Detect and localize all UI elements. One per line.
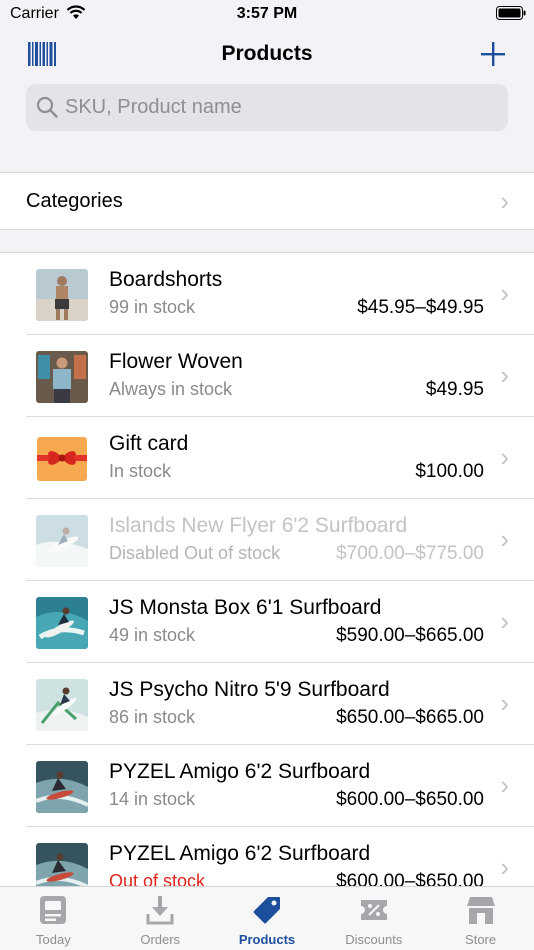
navigation-bar: Products xyxy=(0,30,534,80)
categories-row[interactable]: Categories › xyxy=(0,172,534,230)
product-stock: 99 in stock xyxy=(109,297,196,317)
tab-today[interactable]: Today xyxy=(0,887,107,950)
product-thumbnail xyxy=(36,269,88,321)
add-icon[interactable] xyxy=(480,41,506,67)
product-name: Islands New Flyer 6'2 Surfboard xyxy=(109,514,408,537)
product-name: JS Psycho Nitro 5'9 Surfboard xyxy=(109,678,390,701)
product-thumbnail xyxy=(36,761,88,813)
product-row[interactable]: Flower Woven Always in stock $49.95 › xyxy=(0,335,534,417)
chevron-right-icon: › xyxy=(500,852,509,882)
chevron-right-icon: › xyxy=(500,442,509,472)
discount-icon xyxy=(360,900,387,920)
product-list: Boardshorts 99 in stock $45.95–$49.95 › … xyxy=(0,252,534,892)
product-stock: Always in stock xyxy=(109,379,233,399)
today-icon xyxy=(40,896,67,924)
battery-icon xyxy=(496,6,526,20)
search-input[interactable]: SKU, Product name xyxy=(26,84,508,131)
store-icon xyxy=(466,897,495,924)
product-row[interactable]: PYZEL Amigo 6'2 Surfboard Out of stock $… xyxy=(0,827,534,892)
product-row[interactable]: Boardshorts 99 in stock $45.95–$49.95 › xyxy=(0,253,534,335)
product-thumbnail xyxy=(36,843,88,892)
product-stock: 14 in stock xyxy=(109,789,196,809)
product-name: JS Monsta Box 6'1 Surfboard xyxy=(109,596,382,619)
tab-label: Orders xyxy=(140,932,181,947)
download-icon xyxy=(146,896,174,925)
tab-bar: Today Orders Products Discounts Store xyxy=(0,886,534,950)
chevron-right-icon: › xyxy=(500,770,509,800)
product-thumbnail xyxy=(36,679,88,731)
product-row[interactable]: PYZEL Amigo 6'2 Surfboard 14 in stock $6… xyxy=(0,745,534,827)
chevron-right-icon: › xyxy=(500,524,509,554)
product-name: Boardshorts xyxy=(109,268,223,291)
product-price: $49.95 xyxy=(425,379,484,400)
chevron-right-icon: › xyxy=(500,360,509,390)
product-name: PYZEL Amigo 6'2 Surfboard xyxy=(109,842,371,865)
product-stock: 86 in stock xyxy=(109,707,196,727)
page-title: Products xyxy=(221,42,313,65)
product-name: Flower Woven xyxy=(109,350,243,373)
tab-orders[interactable]: Orders xyxy=(107,887,214,950)
tab-products[interactable]: Products xyxy=(214,887,321,950)
chevron-right-icon: › xyxy=(500,606,509,636)
search-placeholder: SKU, Product name xyxy=(65,96,242,118)
tab-store[interactable]: Store xyxy=(427,887,534,950)
product-price: $700.00–$775.00 xyxy=(336,543,484,564)
product-thumbnail xyxy=(36,597,88,649)
product-name: Gift card xyxy=(109,432,189,455)
tab-label: Products xyxy=(238,932,296,947)
product-row[interactable]: Islands New Flyer 6'2 Surfboard Disabled… xyxy=(0,499,534,581)
product-thumbnail xyxy=(36,515,88,567)
tag-icon xyxy=(253,897,280,924)
product-price: $45.95–$49.95 xyxy=(357,297,484,318)
product-row[interactable]: JS Monsta Box 6'1 Surfboard 49 in stock … xyxy=(0,581,534,663)
tab-label: Discounts xyxy=(345,932,403,947)
product-row[interactable]: JS Psycho Nitro 5'9 Surfboard 86 in stoc… xyxy=(0,663,534,745)
product-stock: 49 in stock xyxy=(109,625,196,645)
chevron-right-icon: › xyxy=(500,186,509,216)
tab-label: Store xyxy=(465,932,497,947)
search-icon xyxy=(36,96,58,118)
categories-label: Categories xyxy=(26,190,123,212)
tab-discounts[interactable]: Discounts xyxy=(320,887,427,950)
tab-label: Today xyxy=(36,932,71,947)
status-time: 3:57 PM xyxy=(236,5,298,22)
product-stock: Disabled Out of stock xyxy=(109,543,281,563)
chevron-right-icon: › xyxy=(500,278,509,308)
status-bar: Carrier 3:57 PM xyxy=(0,0,534,30)
product-row[interactable]: Gift card In stock $100.00 › xyxy=(0,417,534,499)
product-thumbnail xyxy=(36,351,88,403)
product-name: PYZEL Amigo 6'2 Surfboard xyxy=(109,760,371,783)
product-price: $600.00–$650.00 xyxy=(336,789,484,810)
product-price: $100.00 xyxy=(415,461,484,482)
chevron-right-icon: › xyxy=(500,688,509,718)
product-price: $590.00–$665.00 xyxy=(336,625,484,646)
product-price: $650.00–$665.00 xyxy=(336,707,484,728)
product-stock: In stock xyxy=(109,461,172,481)
gift-card-thumbnail xyxy=(36,433,88,485)
